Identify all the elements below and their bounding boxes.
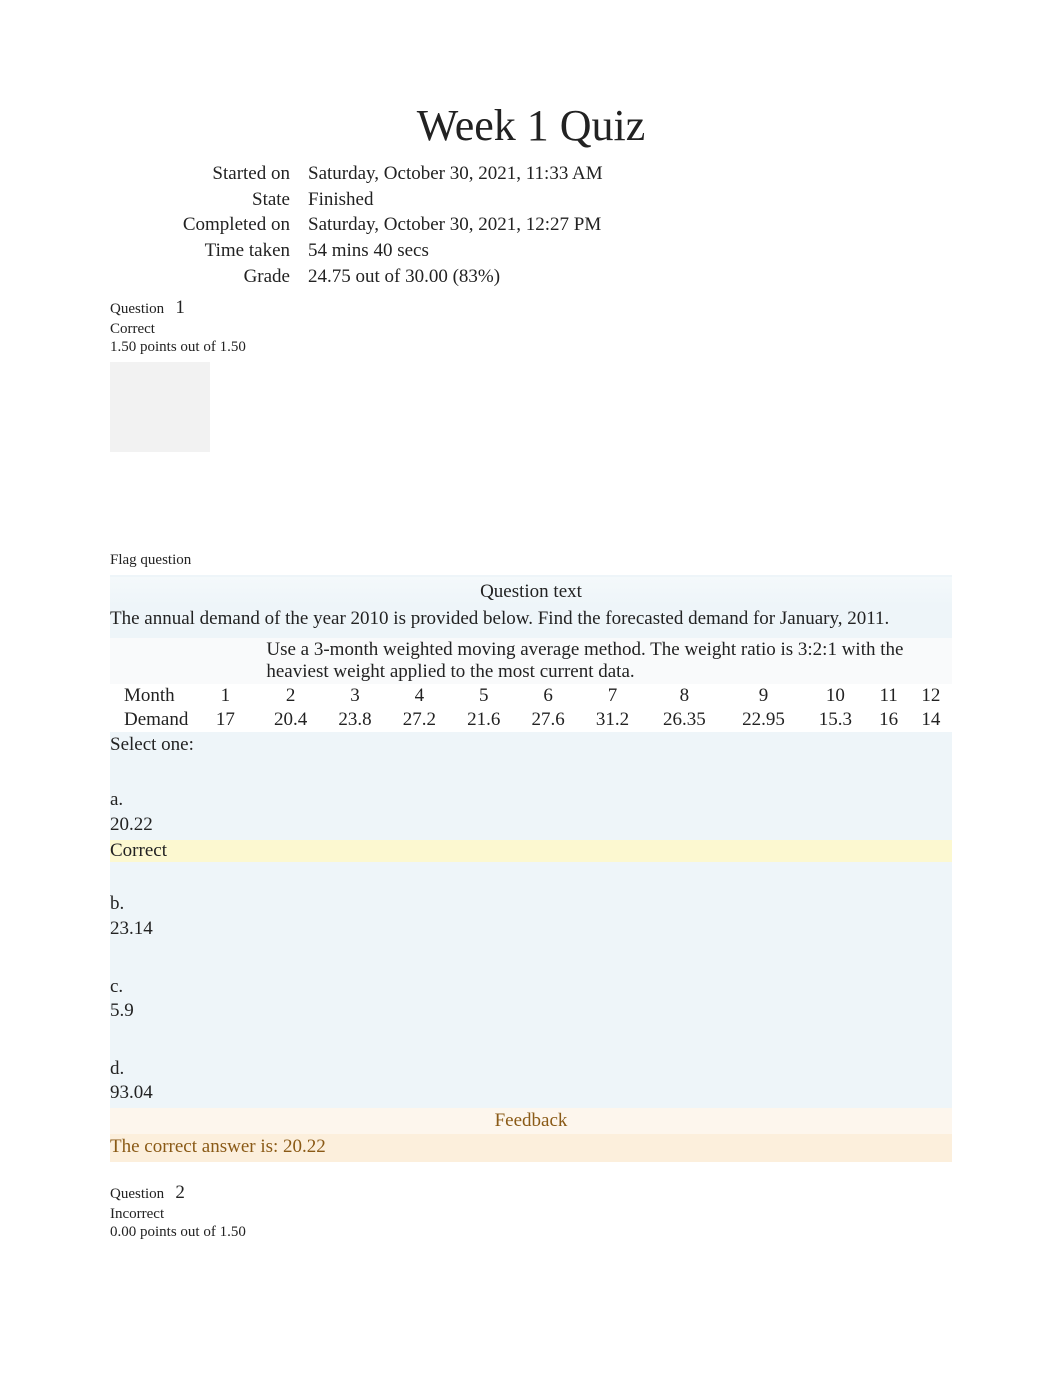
- demand-cell: 23.8: [323, 708, 387, 732]
- demand-cell: 27.2: [387, 708, 451, 732]
- question-label: Question: [110, 300, 164, 318]
- month-cell: 11: [868, 684, 910, 708]
- demand-cell: 27.6: [516, 708, 580, 732]
- month-cell: 2: [258, 684, 322, 708]
- demand-cell: 26.35: [645, 708, 724, 732]
- question-2-meta: Question 2 Incorrect 0.00 points out of …: [110, 1182, 952, 1241]
- method-note: Use a 3-month weighted moving average me…: [258, 638, 952, 684]
- option-a-value: 20.22: [110, 813, 952, 838]
- feedback-heading: Feedback: [110, 1108, 952, 1134]
- started-on-value: Saturday, October 30, 2021, 11:33 AM: [308, 161, 952, 187]
- completed-on-value: Saturday, October 30, 2021, 12:27 PM: [308, 212, 952, 238]
- demand-cell: 20.4: [258, 708, 322, 732]
- month-cell: 10: [803, 684, 867, 708]
- state-label: State: [110, 187, 308, 213]
- demand-cell: 22.95: [724, 708, 803, 732]
- table-demand-row: Demand 17 20.4 23.8 27.2 21.6 27.6 31.2 …: [110, 708, 952, 732]
- flag-placeholder: [110, 362, 210, 452]
- option-d[interactable]: ○ d. 93.04: [110, 1026, 952, 1108]
- question-status: Correct: [110, 321, 155, 337]
- grade-value: 24.75 out of 30.00 (83%): [308, 264, 952, 290]
- month-cell: 1: [192, 684, 258, 708]
- demand-cell: 15.3: [803, 708, 867, 732]
- question-1-meta: Question 1 Correct 1.50 points out of 1.…: [110, 297, 952, 356]
- month-cell: 4: [387, 684, 451, 708]
- demand-cell: 31.2: [580, 708, 644, 732]
- option-b-value: 23.14: [110, 917, 952, 942]
- demand-cell: 21.6: [452, 708, 516, 732]
- option-a-label: a.: [110, 788, 952, 813]
- feedback-text: The correct answer is: 20.22: [110, 1134, 952, 1162]
- option-d-label: d.: [110, 1057, 952, 1082]
- option-c[interactable]: ○ c. 5.9: [110, 944, 952, 1026]
- option-b[interactable]: ○ b. 23.14: [110, 862, 952, 944]
- time-taken-label: Time taken: [110, 238, 308, 264]
- quiz-summary: Started on Saturday, October 30, 2021, 1…: [110, 161, 952, 289]
- table-month-row: Month 1 2 3 4 5 6 7 8 9 10 11 12: [110, 684, 952, 708]
- question-text-heading: Question text: [110, 577, 952, 605]
- option-b-label: b.: [110, 892, 952, 917]
- demand-cell: 14: [910, 708, 952, 732]
- month-row-label: Month: [110, 684, 192, 708]
- month-cell: 8: [645, 684, 724, 708]
- completed-on-label: Completed on: [110, 212, 308, 238]
- question-points: 1.50 points out of 1.50: [110, 339, 246, 355]
- page-title: Week 1 Quiz: [0, 100, 1062, 151]
- demand-cell: 16: [868, 708, 910, 732]
- demand-cell: 17: [192, 708, 258, 732]
- question-1-content: Question text The annual demand of the y…: [110, 575, 952, 638]
- question-prompt: The annual demand of the year 2010 is pr…: [110, 605, 952, 638]
- flag-question-link[interactable]: Flag question: [110, 552, 191, 568]
- question-number: 1: [175, 297, 185, 318]
- question-points: 0.00 points out of 1.50: [110, 1224, 246, 1240]
- month-cell: 5: [452, 684, 516, 708]
- feedback-block: Feedback The correct answer is: 20.22: [110, 1108, 952, 1162]
- time-taken-value: 54 mins 40 secs: [308, 238, 952, 264]
- month-cell: 9: [724, 684, 803, 708]
- option-d-value: 93.04: [110, 1081, 952, 1106]
- grade-label: Grade: [110, 264, 308, 290]
- state-value: Finished: [308, 187, 952, 213]
- correct-badge: Correct: [110, 840, 952, 862]
- select-one-label: Select one:: [110, 732, 952, 758]
- option-a[interactable]: ○ a. 20.22: [110, 758, 952, 840]
- question-status: Incorrect: [110, 1206, 164, 1222]
- month-cell: 3: [323, 684, 387, 708]
- data-table: Use a 3-month weighted moving average me…: [110, 638, 952, 732]
- option-c-value: 5.9: [110, 999, 952, 1024]
- started-on-label: Started on: [110, 161, 308, 187]
- option-c-label: c.: [110, 975, 952, 1000]
- month-cell: 6: [516, 684, 580, 708]
- demand-row-label: Demand: [110, 708, 192, 732]
- question-number: 2: [175, 1182, 185, 1203]
- month-cell: 12: [910, 684, 952, 708]
- month-cell: 7: [580, 684, 644, 708]
- question-label: Question: [110, 1186, 164, 1202]
